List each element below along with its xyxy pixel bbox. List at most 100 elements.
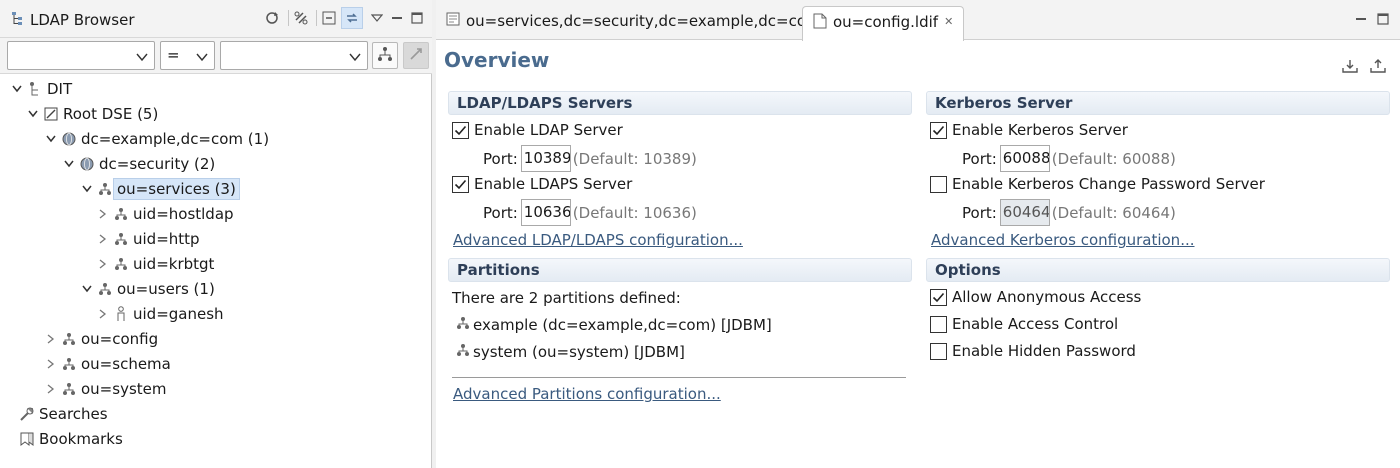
tree-node[interactable]: uid=krbtgt — [96, 251, 214, 276]
partitions-summary: There are 2 partitions defined: — [452, 289, 681, 307]
chevron-right-icon[interactable] — [96, 208, 110, 219]
enable-kerberos-checkbox[interactable] — [930, 121, 947, 139]
entry-editor-icon — [446, 12, 460, 30]
allow-anonymous-checkbox[interactable] — [930, 288, 947, 306]
enable-change-password-checkbox[interactable] — [930, 175, 947, 193]
ldap-browser-tab[interactable]: LDAP Browser — [0, 0, 432, 38]
refresh-icon[interactable] — [264, 9, 282, 27]
toolbar-separator — [288, 10, 289, 26]
advanced-ldap-link[interactable]: Advanced LDAP/LDAPS configuration... — [453, 231, 743, 249]
tree-node[interactable]: ou=config — [44, 326, 158, 351]
change-password-port-hint: (Default: 60464) — [1051, 203, 1176, 222]
search-icon — [19, 406, 35, 422]
tree-node[interactable]: ou=schema — [44, 351, 171, 376]
minimize-icon[interactable] — [388, 9, 406, 27]
ldap-port-input[interactable]: 10389 — [520, 145, 571, 172]
tree-node-label: ou=system — [81, 379, 167, 398]
chevron-down-icon[interactable] — [80, 285, 94, 293]
link-with-editor-icon[interactable] — [292, 9, 310, 27]
close-tab-icon[interactable]: ✕ — [944, 15, 953, 28]
enable-kerberos-row: Enable Kerberos Server — [930, 121, 1128, 139]
tree-node[interactable]: ou=services (3) — [80, 176, 240, 201]
tree-node[interactable]: uid=hostldap — [96, 201, 234, 226]
change-password-port-label: Port: — [962, 203, 997, 222]
operator-combo-value: = — [167, 46, 180, 64]
ou-icon — [61, 331, 77, 347]
tree-node-label: Root DSE (5) — [63, 104, 159, 123]
tree-node-label: Searches — [39, 404, 108, 423]
partition-item[interactable]: example (dc=example,dc=com) [JDBM] — [456, 316, 772, 334]
ldaps-port-input[interactable]: 10636 — [520, 199, 571, 226]
tree-node[interactable]: uid=http — [96, 226, 200, 251]
view-menu-icon[interactable] — [368, 9, 386, 27]
ou-icon — [97, 281, 113, 297]
tree-node[interactable]: dc=security (2) — [62, 151, 215, 176]
maximize-icon[interactable] — [408, 9, 426, 27]
options-section-heading: Options — [926, 258, 1390, 282]
chevron-right-icon[interactable] — [96, 258, 110, 269]
advanced-partitions-link[interactable]: Advanced Partitions configuration... — [453, 385, 721, 403]
ldap-browser-icon — [10, 10, 26, 30]
chevron-down-icon[interactable] — [80, 185, 94, 193]
minimize-icon[interactable] — [1352, 10, 1370, 28]
config-file-icon — [813, 13, 827, 33]
kerberos-section-heading: Kerberos Server — [926, 91, 1390, 115]
chevron-down-icon[interactable] — [62, 160, 76, 168]
collapse-all-icon[interactable] — [320, 9, 338, 27]
partition-label: example (dc=example,dc=com) [JDBM] — [473, 316, 772, 334]
ou-icon — [113, 256, 129, 272]
tree-node[interactable]: Bookmarks — [10, 426, 123, 451]
tree-node-label: ou=users (1) — [117, 279, 215, 298]
tree-node-label: Bookmarks — [39, 429, 123, 448]
advanced-kerberos-link[interactable]: Advanced Kerberos configuration... — [931, 231, 1195, 249]
hidden-password-label: Enable Hidden Password — [952, 342, 1136, 360]
enable-ldap-checkbox[interactable] — [452, 121, 469, 139]
tree-node[interactable]: uid=ganesh — [96, 301, 224, 326]
chevron-down-icon[interactable] — [44, 135, 58, 143]
run-quick-search-button[interactable] — [403, 42, 429, 69]
tree-node[interactable]: Searches — [10, 401, 108, 426]
chevron-right-icon[interactable] — [96, 308, 110, 319]
chevron-right-icon[interactable] — [96, 233, 110, 244]
chevron-down-icon[interactable] — [26, 110, 40, 118]
tree-node[interactable]: Root DSE (5) — [26, 101, 158, 126]
chevron-right-icon[interactable] — [44, 383, 58, 394]
operator-combo[interactable]: = — [160, 41, 215, 70]
value-combo[interactable] — [220, 41, 368, 70]
export-icon[interactable] — [1368, 56, 1388, 76]
partitions-list[interactable]: example (dc=example,dc=com) [JDBM] syste… — [452, 311, 906, 378]
ou-icon — [61, 356, 77, 372]
tab-label: ou=services,dc=security,dc=example,dc=co… — [466, 12, 821, 30]
person-icon — [113, 305, 129, 322]
search-scope-button[interactable] — [372, 42, 398, 69]
chevron-down-icon[interactable] — [10, 85, 24, 93]
tree-node[interactable]: dc=example,dc=com (1) — [44, 126, 269, 151]
import-icon[interactable] — [1340, 56, 1360, 76]
chevron-right-icon[interactable] — [44, 333, 58, 344]
tree-node[interactable]: ou=system — [44, 376, 166, 401]
tab-ou-services[interactable]: ou=services,dc=security,dc=example,dc=co… — [436, 6, 831, 40]
enable-ldaps-checkbox[interactable] — [452, 175, 469, 193]
ou-icon — [113, 231, 129, 247]
access-control-checkbox[interactable] — [930, 315, 947, 333]
enable-change-password-label: Enable Kerberos Change Password Server — [952, 175, 1265, 193]
tree-node-label: uid=krbtgt — [133, 254, 215, 273]
attribute-combo[interactable] — [7, 41, 155, 70]
tree-node[interactable]: ou=users (1) — [80, 276, 215, 301]
ou-icon — [113, 206, 129, 222]
change-password-port-input[interactable]: 60464 — [999, 199, 1050, 226]
partition-item[interactable]: system (ou=system) [JDBM] — [456, 343, 685, 361]
link-tree-icon[interactable] — [341, 7, 363, 29]
hidden-password-checkbox[interactable] — [930, 342, 947, 360]
kerberos-port-input[interactable]: 60088 — [999, 145, 1050, 172]
tree-node-label: ou=schema — [81, 354, 171, 373]
maximize-icon[interactable] — [1374, 10, 1392, 28]
tab-ou-config-ldif[interactable]: ou=config.ldif ✕ — [802, 6, 965, 41]
tree-node[interactable]: DIT — [10, 76, 72, 101]
enable-ldaps-label: Enable LDAPS Server — [474, 175, 633, 193]
quick-search-bar: = — [0, 38, 432, 74]
chevron-right-icon[interactable] — [44, 358, 58, 369]
change-password-port-row: Port: 60464 (Default: 60464) — [962, 199, 1176, 226]
ou-icon — [61, 381, 77, 397]
ldaps-port-label: Port: — [483, 203, 518, 222]
